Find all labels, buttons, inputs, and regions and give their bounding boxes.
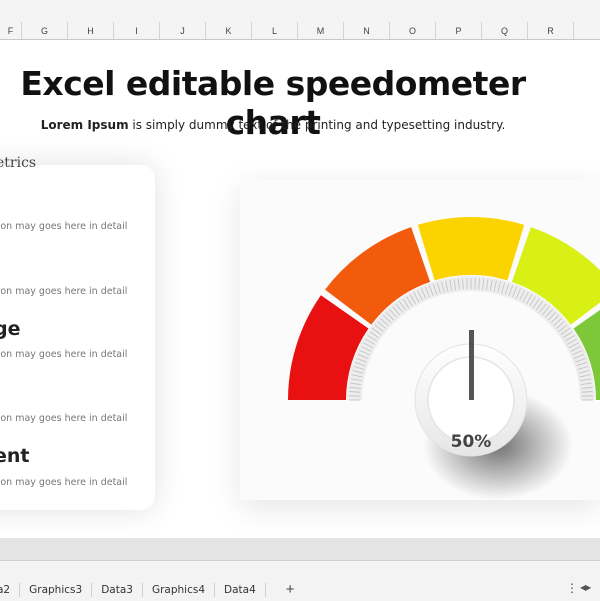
column-header-o[interactable]: O (390, 22, 436, 39)
column-header-i[interactable]: I (114, 22, 160, 39)
column-header-l[interactable]: L (252, 22, 298, 39)
tab-data2[interactable]: a2 (0, 583, 20, 597)
metric-name-5: ent (0, 445, 30, 467)
tab-data4[interactable]: Data4 (215, 583, 266, 597)
page-subtitle: Lorem Ipsum is simply dummy text of the … (0, 118, 546, 132)
metrics-title: etrics (0, 155, 36, 171)
column-header-j[interactable]: J (160, 22, 206, 39)
column-header-k[interactable]: K (206, 22, 252, 39)
column-header-h[interactable]: H (68, 22, 114, 39)
sheet-tabs: a2 Graphics3 Data3 Graphics4 Data4 + (0, 579, 295, 601)
tab-data3[interactable]: Data3 (92, 583, 143, 597)
metric-name-3: ge (0, 318, 21, 340)
tab-graphics4[interactable]: Graphics4 (143, 583, 215, 597)
column-header-q[interactable]: Q (482, 22, 528, 39)
column-header-f[interactable]: F (0, 22, 22, 39)
column-header-m[interactable]: M (298, 22, 344, 39)
metric-desc-2: tion may goes here in detail (0, 286, 127, 297)
column-header-g[interactable]: G (22, 22, 68, 39)
tab-graphics3[interactable]: Graphics3 (20, 583, 92, 597)
column-header-p[interactable]: P (436, 22, 482, 39)
metric-desc-1: tion may goes here in detail (0, 221, 127, 232)
plus-icon[interactable]: + (286, 583, 295, 597)
sheet-gray-strip (0, 538, 600, 560)
column-headers: FGHIJKLMNOPQR (0, 22, 600, 40)
worksheet-canvas: Excel editable speedometer chart Lorem I… (0, 40, 600, 560)
subtitle-text: is simply dummy text of the printing and… (129, 118, 506, 132)
formula-bar-area (0, 0, 600, 23)
gauge-value-label: 50% (451, 432, 492, 452)
subtitle-bold: Lorem Ipsum (41, 118, 129, 132)
metric-desc-5: tion may goes here in detail (0, 477, 127, 488)
column-header-r[interactable]: R (528, 22, 574, 39)
gauge-needle (469, 330, 474, 400)
sheet-tab-bar: a2 Graphics3 Data3 Graphics4 Data4 + ⋮ ◀… (0, 560, 600, 601)
column-header-filler (574, 22, 594, 39)
tab-scroll-arrows-icon[interactable]: ◀▶ (580, 583, 590, 592)
metric-desc-3: tion may goes here in detail (0, 349, 127, 360)
metric-desc-4: tion may goes here in detail (0, 413, 127, 424)
speedometer-gauge: 50% (240, 190, 600, 510)
column-header-n[interactable]: N (344, 22, 390, 39)
gauge-segment-3 (418, 217, 524, 280)
vertical-ellipsis-icon[interactable]: ⋮ (566, 581, 578, 595)
